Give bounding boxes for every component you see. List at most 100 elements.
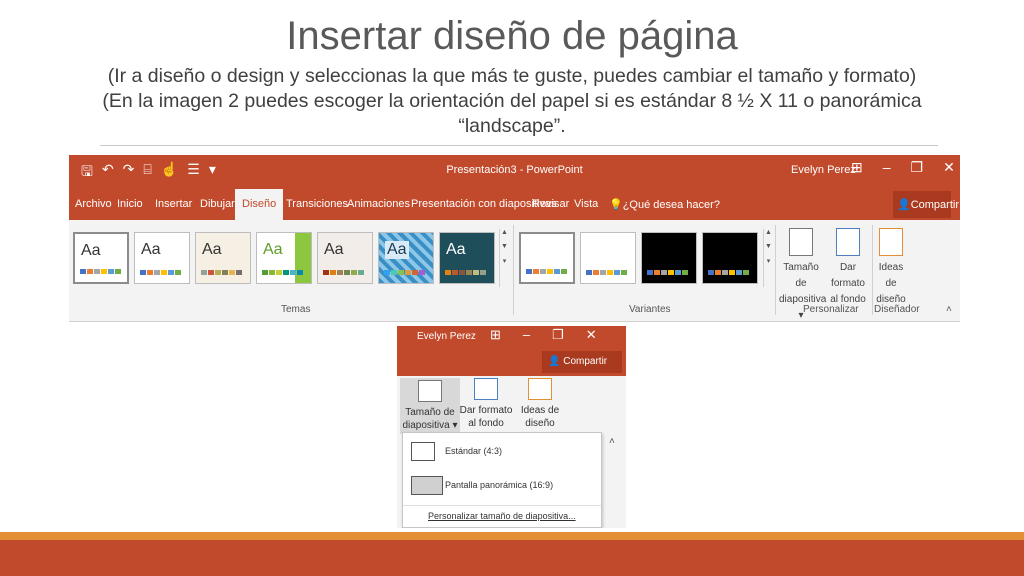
theme-color-swatches (140, 270, 181, 275)
theme-color-swatches (201, 270, 242, 275)
collapse-ribbon-icon[interactable]: ˄ (946, 304, 952, 315)
tab-inicio[interactable]: Inicio (117, 198, 143, 210)
theme-thumbnail[interactable]: Aa (195, 232, 251, 284)
menu-divider (403, 505, 601, 506)
theme-sample-text: Aa (141, 241, 161, 258)
ribbon-body: Aa Aa Aa Aa Aa Aa Aa ▲ ▼ ▾ Temas ▲ ▼ ▾ V… (69, 220, 960, 322)
menu-item-standard[interactable]: Estándar (4:3) (403, 435, 601, 469)
tab-archivo[interactable]: Archivo (75, 198, 112, 210)
tell-me-label: ¿Qué desea hacer? (622, 199, 720, 211)
group-separator (872, 225, 873, 315)
tab-diseno[interactable]: Diseño (235, 189, 284, 220)
slide-subtitle: (Ir a diseño o design y seleccionas la q… (102, 65, 922, 137)
ribbon-screenshot-1: 🖫 ↶ ↷ ⌸ ☝ ☰ ▾ Presentación3 - PowerPoint… (69, 155, 960, 322)
share-button[interactable]: 👤 Compartir (542, 351, 622, 373)
share-label: Compartir (563, 356, 608, 367)
design-ideas-button[interactable]: Ideas de diseño (517, 378, 563, 430)
title-bar: Evelyn Perez ⊞ – ❐ ✕ 👤 Compartir (397, 326, 626, 376)
menu-item-widescreen-label: Pantalla panorámica (16:9) (445, 480, 554, 490)
variant-thumbnail[interactable] (702, 232, 758, 284)
theme-sample-text: Aa (446, 241, 466, 258)
themes-gallery-scroll[interactable]: ▲ ▼ ▾ (499, 229, 509, 287)
menu-item-widescreen[interactable]: Pantalla panorámica (16:9) (403, 469, 601, 503)
group-label-temas: Temas (281, 304, 311, 315)
variant-thumbnail[interactable] (641, 232, 697, 284)
theme-sample-text: Aa (385, 241, 409, 259)
user-name[interactable]: Evelyn Perez (417, 331, 476, 342)
tell-me-search[interactable]: 💡¿Qué desea hacer? (609, 198, 720, 211)
slide-size-button[interactable]: Tamaño de diapositiva ▾ (400, 378, 460, 434)
theme-color-swatches (262, 270, 303, 275)
format-background-button[interactable]: Dar formato al fondo (825, 228, 871, 308)
person-icon: 👤 (548, 356, 561, 367)
theme-thumbnail[interactable]: Aa (134, 232, 190, 284)
menu-item-standard-label: Estándar (4:3) (445, 446, 503, 456)
group-label-personalizar: Personalizar (803, 304, 859, 315)
group-label-variantes: Variantes (629, 304, 671, 315)
theme-thumbnail[interactable]: Aa (378, 232, 434, 284)
restore-icon[interactable]: ❐ (552, 327, 564, 343)
person-icon: 👤 (897, 199, 911, 211)
share-label: Compartir (910, 199, 959, 211)
widescreen-shape-icon (411, 476, 443, 495)
format-background-icon (474, 378, 498, 400)
design-ideas-button[interactable]: Ideas de diseño (874, 228, 908, 308)
variant-color-swatches (708, 270, 749, 275)
design-ideas-label-line1: Ideas de (878, 262, 904, 289)
title-bar: 🖫 ↶ ↷ ⌸ ☝ ☰ ▾ Presentación3 - PowerPoint… (69, 155, 960, 189)
design-ideas-icon (528, 378, 552, 400)
slide-size-label-line1: Tamaño de (405, 407, 455, 418)
group-label-disenador: Diseñador (874, 304, 920, 315)
design-ideas-icon (879, 228, 903, 256)
variant-color-swatches (647, 270, 688, 275)
tab-animaciones[interactable]: Animaciones (347, 198, 410, 210)
tab-revisar[interactable]: Revisar (532, 198, 569, 210)
ribbon-options-icon[interactable]: ⊞ (490, 327, 501, 343)
tab-transiciones[interactable]: Transiciones (286, 198, 348, 210)
standard-shape-icon (411, 442, 435, 461)
user-name[interactable]: Evelyn Perez (791, 164, 856, 176)
theme-sample-text: Aa (324, 241, 344, 258)
close-icon[interactable]: ✕ (586, 327, 597, 343)
theme-thumbnail[interactable]: Aa (256, 232, 312, 284)
theme-sample-text: Aa (81, 242, 101, 259)
variant-thumbnail[interactable] (580, 232, 636, 284)
tab-insertar[interactable]: Insertar (155, 198, 192, 210)
lightbulb-icon: 💡 (609, 199, 623, 211)
format-background-label-line1: Dar formato (459, 405, 513, 416)
slide-size-screenshot-2: Evelyn Perez ⊞ – ❐ ✕ 👤 Compartir Tamaño … (397, 326, 626, 528)
design-ideas-label-line2: diseño (525, 418, 555, 429)
tab-dibujar[interactable]: Dibujar (200, 198, 235, 210)
theme-color-swatches (80, 269, 121, 274)
slide-size-label-line1: Tamaño de (783, 262, 819, 289)
variant-thumbnail[interactable] (519, 232, 575, 284)
slide-size-icon (789, 228, 813, 256)
footer-bar (0, 540, 1024, 576)
variant-color-swatches (586, 270, 627, 275)
minimize-icon[interactable]: – (523, 327, 530, 343)
share-button[interactable]: 👤Compartir (893, 191, 959, 218)
slide-size-menu: Estándar (4:3) Pantalla panorámica (16:9… (402, 432, 602, 528)
slide-size-label-line2-text: diapositiva (402, 420, 450, 431)
group-separator (775, 225, 776, 315)
theme-thumbnail[interactable]: Aa (73, 232, 129, 284)
close-icon[interactable]: ✕ (943, 159, 955, 176)
format-background-button[interactable]: Dar formato al fondo (459, 378, 513, 430)
slide-title: Insertar diseño de página (286, 14, 738, 58)
theme-color-swatches (323, 270, 364, 275)
theme-thumbnail[interactable]: Aa (317, 232, 373, 284)
design-ideas-label-line1: Ideas de (520, 405, 560, 416)
accent-bar (0, 532, 1024, 540)
collapse-ribbon-icon[interactable]: ˄ (609, 436, 615, 447)
minimize-icon[interactable]: – (883, 159, 891, 176)
ribbon-options-icon[interactable]: ⊞ (851, 159, 863, 176)
variants-gallery-scroll[interactable]: ▲ ▼ ▾ (763, 229, 773, 287)
restore-icon[interactable]: ❐ (911, 159, 924, 176)
tab-vista[interactable]: Vista (574, 198, 598, 210)
variant-color-swatches (526, 269, 567, 274)
menu-item-custom-size[interactable]: Personalizar tamaño de diapositiva... (428, 511, 576, 521)
window-controls: ⊞ – ❐ ✕ (851, 159, 955, 176)
slide-size-label-line2: diapositiva ▾ (402, 420, 458, 431)
theme-sample-text: Aa (202, 241, 222, 258)
theme-thumbnail[interactable]: Aa (439, 232, 495, 284)
